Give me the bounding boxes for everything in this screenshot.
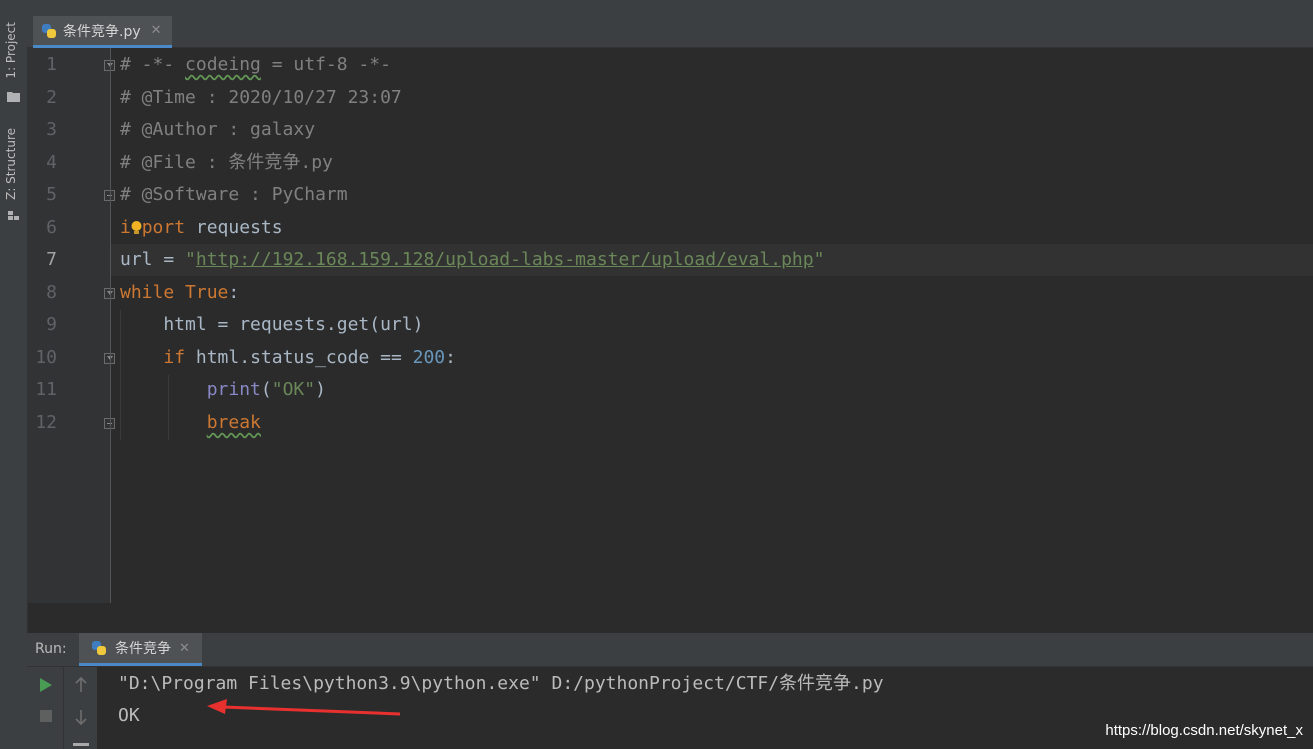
- code-token: while: [120, 282, 175, 303]
- soft-wrap-icon[interactable]: [73, 743, 89, 746]
- code-token: i: [120, 217, 131, 238]
- python-run-icon: [91, 640, 107, 656]
- code-token: print: [206, 379, 261, 400]
- code-line-6: import requests: [120, 212, 283, 244]
- editor-tab[interactable]: 条件竞争.py ✕: [33, 16, 172, 48]
- code-token: ): [315, 379, 326, 400]
- line-number: 6: [46, 217, 57, 238]
- gutter-separator: [110, 48, 111, 603]
- code-token: ": [185, 249, 196, 270]
- code-line-12: break: [120, 407, 261, 439]
- line-number: 5: [46, 184, 57, 205]
- python-file-icon: [41, 23, 57, 39]
- url-link[interactable]: http://192.168.159.128/upload-labs-maste…: [196, 249, 814, 270]
- line-number: 1: [46, 54, 57, 75]
- code-token: ": [813, 249, 825, 270]
- code-line-10: if html.status_code == 200:: [120, 342, 456, 374]
- code-token: requests: [185, 217, 283, 238]
- run-toolbar: [27, 667, 97, 749]
- code-token: 200: [412, 347, 446, 368]
- code-line-9: html = requests.get(url): [120, 314, 424, 335]
- editor-tab-label: 条件竞争.py: [63, 23, 141, 40]
- line-number: 11: [35, 379, 57, 400]
- code-line-11: print("OK"): [120, 374, 326, 406]
- intention-bulb-icon[interactable]: [131, 221, 142, 235]
- typo-token: codeing: [185, 54, 261, 75]
- code-token: port: [141, 217, 186, 238]
- line-number: 8: [46, 282, 57, 303]
- line-number: 10: [35, 347, 57, 368]
- structure-tool-tab[interactable]: Z: Structure: [4, 128, 18, 200]
- structure-icon[interactable]: [7, 210, 20, 221]
- code-token: :: [228, 282, 240, 303]
- code-line-3: # @Author : galaxy: [120, 119, 316, 140]
- run-panel-header: Run: 条件竞争 ✕: [27, 633, 1313, 667]
- toolbar-divider: [63, 667, 64, 749]
- stop-icon[interactable]: [39, 709, 53, 723]
- code-line-7: url = "http://192.168.159.128/upload-lab…: [120, 244, 824, 276]
- code-token: break: [206, 412, 261, 433]
- line-number: 7: [46, 249, 57, 270]
- code-token: :: [445, 347, 456, 368]
- left-tool-strip: 1: Project Z: Structure: [0, 0, 28, 749]
- line-number: 2: [46, 87, 57, 108]
- code-line-8: while True:: [120, 277, 239, 309]
- line-number: 9: [46, 314, 57, 335]
- line-number: 4: [46, 152, 57, 173]
- code-token: html.status_code ==: [185, 347, 413, 368]
- code-token: True: [185, 282, 229, 303]
- code-token: (: [260, 379, 272, 400]
- console-command-line: "D:\Program Files\python3.9\python.exe" …: [118, 673, 884, 694]
- code-token: # -*-: [120, 54, 186, 75]
- code-token: = utf-8 -*-: [260, 54, 391, 75]
- code-token: url =: [120, 249, 186, 270]
- run-label: Run:: [35, 641, 67, 657]
- arrow-down-icon[interactable]: [74, 709, 88, 725]
- run-tab-label: 条件竞争: [115, 641, 171, 657]
- red-arrow-icon: [207, 699, 401, 716]
- rerun-icon[interactable]: [39, 677, 53, 693]
- folder-icon[interactable]: [7, 91, 20, 102]
- line-number: 3: [46, 119, 57, 140]
- line-gutter: 1 2 3 4 5 6 7 8 9 10 11 12: [27, 48, 115, 603]
- close-tab-icon[interactable]: ✕: [151, 23, 162, 38]
- project-tool-tab[interactable]: 1: Project: [4, 22, 18, 79]
- code-token: if: [163, 347, 186, 368]
- line-number: 12: [35, 412, 57, 433]
- code-line-1: # -*- codeing = utf-8 -*-: [120, 49, 391, 81]
- breadcrumb-bar: [27, 0, 1313, 14]
- watermark-text: https://blog.csdn.net/skynet_x: [1105, 722, 1303, 739]
- code-editor[interactable]: 1 2 3 4 5 6 7 8 9 10 11 12 # -*- codeing…: [27, 48, 1313, 603]
- console-output-line: OK: [118, 705, 140, 726]
- code-line-4: # @File : 条件竞争.py: [120, 152, 333, 173]
- code-line-2: # @Time : 2020/10/27 23:07: [120, 87, 402, 108]
- arrow-up-icon[interactable]: [74, 677, 88, 693]
- code-line-5: # @Software : PyCharm: [120, 184, 348, 205]
- run-config-tab[interactable]: 条件竞争 ✕: [79, 633, 202, 666]
- close-run-tab-icon[interactable]: ✕: [179, 641, 190, 656]
- editor-tab-bar: 条件竞争.py ✕: [27, 14, 1313, 48]
- code-token: "OK": [271, 379, 316, 400]
